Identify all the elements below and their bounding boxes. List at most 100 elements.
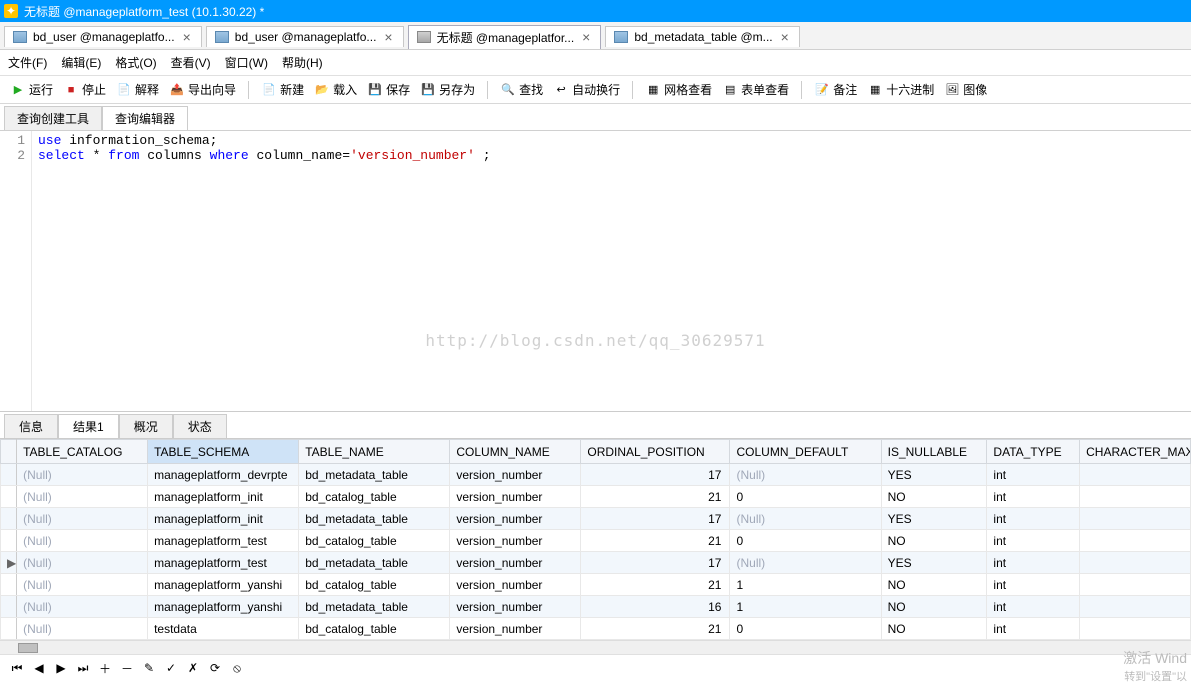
doc-tab-0[interactable]: bd_user @manageplatfo...× (4, 26, 202, 47)
cell[interactable]: YES (881, 464, 987, 486)
menu-window[interactable]: 窗口(W) (225, 54, 268, 71)
cell[interactable]: version_number (450, 508, 581, 530)
column-header[interactable]: IS_NULLABLE (881, 440, 987, 464)
tab-query-editor[interactable]: 查询编辑器 (102, 106, 188, 130)
column-header[interactable]: CHARACTER_MAX (1080, 440, 1191, 464)
cell[interactable]: (Null) (730, 508, 881, 530)
cell[interactable]: bd_catalog_table (299, 530, 450, 552)
image-button[interactable]: 🖼图像 (940, 79, 991, 100)
cell[interactable]: manageplatform_yanshi (148, 574, 299, 596)
cell[interactable]: 21 (581, 574, 730, 596)
cell[interactable]: 17 (581, 552, 730, 574)
nav-edit[interactable]: ✎ (140, 659, 158, 677)
formview-button[interactable]: ▤表单查看 (718, 79, 793, 100)
cell[interactable]: int (987, 618, 1080, 640)
cell[interactable]: bd_metadata_table (299, 508, 450, 530)
cell[interactable]: int (987, 574, 1080, 596)
doc-tab-3[interactable]: bd_metadata_table @m...× (605, 26, 799, 47)
cell[interactable]: version_number (450, 552, 581, 574)
cell[interactable]: manageplatform_devrpte (148, 464, 299, 486)
nav-last[interactable]: ⏭ (74, 659, 92, 677)
nav-refresh[interactable]: ⟳ (206, 659, 224, 677)
doc-tab-1[interactable]: bd_user @manageplatfo...× (206, 26, 404, 47)
nav-cancel[interactable]: ✗ (184, 659, 202, 677)
run-button[interactable]: ▶运行 (6, 79, 57, 100)
table-row[interactable]: ▶(Null)manageplatform_testbd_metadata_ta… (1, 552, 1191, 574)
cell[interactable]: testdata (148, 618, 299, 640)
note-button[interactable]: 📝备注 (810, 79, 861, 100)
cell[interactable]: int (987, 486, 1080, 508)
table-row[interactable]: (Null)manageplatform_yanshibd_metadata_t… (1, 596, 1191, 618)
find-button[interactable]: 🔍查找 (496, 79, 547, 100)
cell[interactable] (1080, 486, 1191, 508)
stop-button[interactable]: ■停止 (59, 79, 110, 100)
column-header[interactable]: TABLE_SCHEMA (148, 440, 299, 464)
cell[interactable]: manageplatform_yanshi (148, 596, 299, 618)
cell[interactable]: bd_catalog_table (299, 574, 450, 596)
cell[interactable] (1080, 530, 1191, 552)
cell[interactable]: bd_catalog_table (299, 618, 450, 640)
table-row[interactable]: (Null)manageplatform_initbd_catalog_tabl… (1, 486, 1191, 508)
cell[interactable]: (Null) (17, 596, 148, 618)
tab-query-builder[interactable]: 查询创建工具 (4, 106, 102, 130)
cell[interactable]: YES (881, 508, 987, 530)
close-icon[interactable]: × (382, 30, 394, 44)
cell[interactable]: NO (881, 486, 987, 508)
cell[interactable]: (Null) (730, 552, 881, 574)
cell[interactable]: 17 (581, 464, 730, 486)
cell[interactable]: version_number (450, 618, 581, 640)
cell[interactable]: (Null) (17, 486, 148, 508)
nav-add[interactable]: ＋ (96, 659, 114, 677)
cell[interactable]: 21 (581, 618, 730, 640)
cell[interactable] (1080, 508, 1191, 530)
nav-stop[interactable]: ⦸ (228, 659, 246, 677)
nav-prev[interactable]: ◀ (30, 659, 48, 677)
cell[interactable]: 21 (581, 486, 730, 508)
save-button[interactable]: 💾保存 (363, 79, 414, 100)
table-row[interactable]: (Null)manageplatform_devrptebd_metadata_… (1, 464, 1191, 486)
tab-result1[interactable]: 结果1 (58, 414, 119, 438)
cell[interactable]: manageplatform_test (148, 552, 299, 574)
cell[interactable]: 21 (581, 530, 730, 552)
close-icon[interactable]: × (779, 30, 791, 44)
cell[interactable]: manageplatform_init (148, 508, 299, 530)
column-header[interactable]: COLUMN_DEFAULT (730, 440, 881, 464)
table-row[interactable]: (Null) manageplatform_initbd_metadata_tab… (1, 508, 1191, 530)
cell[interactable]: (Null) (17, 552, 148, 574)
cell[interactable]: version_number (450, 596, 581, 618)
load-button[interactable]: 📂载入 (310, 79, 361, 100)
export-button[interactable]: 📤导出向导 (165, 79, 240, 100)
gridview-button[interactable]: ▦网格查看 (641, 79, 716, 100)
menu-file[interactable]: 文件(F) (8, 54, 47, 71)
cell[interactable]: NO (881, 574, 987, 596)
menu-edit[interactable]: 编辑(E) (61, 54, 101, 71)
menu-format[interactable]: 格式(O) (115, 54, 156, 71)
tab-overview[interactable]: 概况 (119, 414, 173, 438)
cell[interactable] (1080, 596, 1191, 618)
cell[interactable]: version_number (450, 486, 581, 508)
cell[interactable] (1080, 552, 1191, 574)
saveas-button[interactable]: 💾另存为 (416, 79, 479, 100)
cell[interactable]: manageplatform_init (148, 486, 299, 508)
cell[interactable]: (Null) (17, 574, 148, 596)
cell[interactable]: (Null) (730, 464, 881, 486)
table-row[interactable]: (Null)manageplatform_testbd_catalog_tabl… (1, 530, 1191, 552)
cell[interactable]: int (987, 464, 1080, 486)
wrap-button[interactable]: ↩自动换行 (549, 79, 624, 100)
cell[interactable]: int (987, 530, 1080, 552)
cell[interactable]: 0 (730, 530, 881, 552)
tab-info[interactable]: 信息 (4, 414, 58, 438)
column-header[interactable]: DATA_TYPE (987, 440, 1080, 464)
cell[interactable]: version_number (450, 464, 581, 486)
cell[interactable] (1080, 574, 1191, 596)
close-icon[interactable]: × (580, 30, 592, 44)
cell[interactable] (1080, 618, 1191, 640)
table-row[interactable]: (Null)manageplatform_yanshibd_catalog_ta… (1, 574, 1191, 596)
column-header[interactable]: ORDINAL_POSITION (581, 440, 730, 464)
horizontal-scrollbar[interactable] (0, 640, 1191, 654)
menu-help[interactable]: 帮助(H) (282, 54, 323, 71)
cell[interactable]: 16 (581, 596, 730, 618)
cell[interactable]: version_number (450, 530, 581, 552)
cell[interactable]: manageplatform_test (148, 530, 299, 552)
cell[interactable]: 0 (730, 486, 881, 508)
